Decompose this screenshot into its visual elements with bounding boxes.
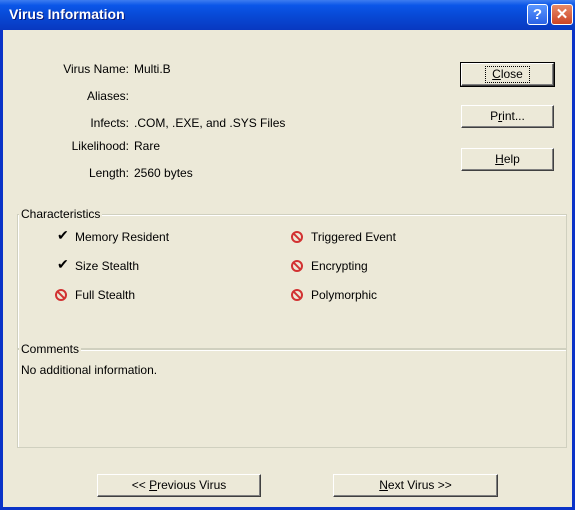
likelihood-label: Likelihood: (71, 139, 129, 153)
no-icon (291, 260, 303, 272)
previous-button-mnemonic: P (149, 478, 158, 492)
feature-memory-resident: Memory Resident (75, 230, 170, 244)
close-button[interactable]: Close (460, 62, 555, 87)
comments-text: No additional information. (21, 363, 158, 377)
help-button[interactable]: Help (461, 148, 554, 171)
virus-name-value: Multi.B (134, 62, 171, 76)
length-value: 2560 bytes (134, 166, 193, 180)
help-button-mnemonic: H (495, 152, 504, 166)
dialog-client-area: Virus Name: Multi.B Aliases: Infects: .C… (3, 30, 572, 507)
next-button-text-post: ext Virus >> (387, 478, 452, 492)
virus-information-window: Virus Information ? ✕ Virus Name: Multi.… (0, 0, 575, 510)
print-button-text-post: int... (502, 109, 525, 123)
help-button-text-post: elp (503, 152, 520, 166)
likelihood-value: Rare (134, 139, 161, 153)
no-icon (291, 231, 303, 243)
print-button[interactable]: Print... (461, 105, 554, 128)
feature-size-stealth: Size Stealth (75, 259, 140, 273)
close-title-button[interactable]: ✕ (551, 4, 573, 25)
previous-button-text-post: revious Virus (157, 478, 227, 492)
no-icon (291, 289, 303, 301)
close-button-mnemonic: C (492, 67, 501, 81)
check-icon: ✔ (57, 227, 69, 243)
infects-label: Infects: (90, 116, 129, 130)
aliases-label: Aliases: (86, 89, 129, 103)
previous-virus-button[interactable]: << Previous Virus (97, 474, 261, 497)
virus-name-label: Virus Name: (63, 62, 129, 76)
next-button-mnemonic: N (379, 478, 388, 492)
feature-triggered-event: Triggered Event (311, 230, 396, 244)
print-button-text-pre: P (490, 109, 499, 123)
title-bar[interactable]: Virus Information ? ✕ (0, 0, 575, 30)
previous-button-text-pre: << (131, 478, 150, 492)
infects-value: .COM, .EXE, and .SYS Files (134, 116, 286, 130)
window-title: Virus Information (9, 6, 125, 22)
check-icon: ✔ (57, 256, 69, 272)
close-button-text-post: lose (500, 67, 523, 81)
feature-polymorphic: Polymorphic (311, 288, 378, 302)
length-label: Length: (88, 166, 129, 180)
help-title-button[interactable]: ? (527, 4, 548, 25)
feature-encrypting: Encrypting (311, 259, 368, 273)
no-icon (55, 289, 67, 301)
next-virus-button[interactable]: Next Virus >> (333, 474, 498, 497)
comments-legend: Comments (19, 342, 82, 356)
feature-full-stealth: Full Stealth (75, 288, 136, 302)
characteristics-legend: Characteristics (19, 207, 103, 221)
